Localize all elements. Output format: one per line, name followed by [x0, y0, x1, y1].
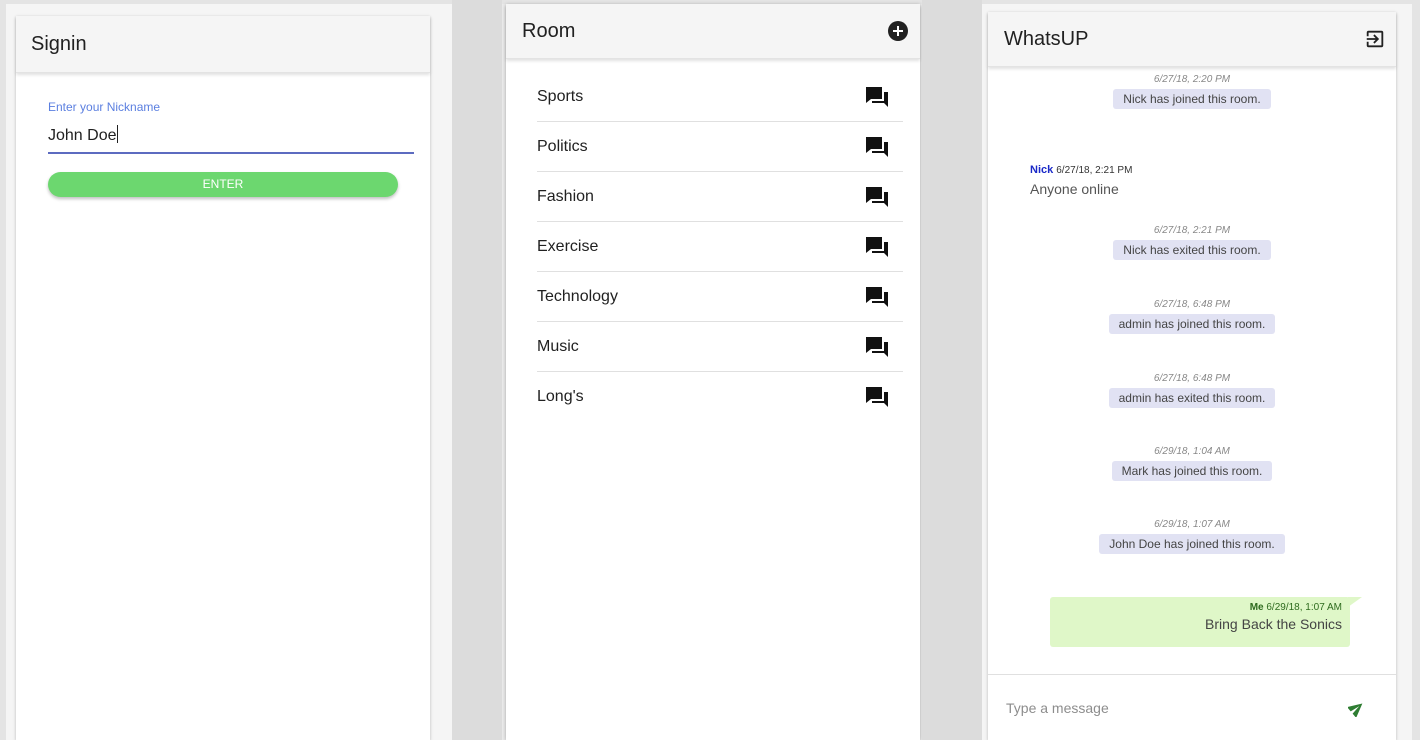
outgoing-message: Me 6/29/18, 1:07 AM Bring Back the Sonic… — [1050, 597, 1362, 647]
room-name: Exercise — [537, 237, 599, 255]
system-message-time: 6/27/18, 2:21 PM — [1153, 225, 1231, 236]
gutter-2 — [452, 0, 502, 740]
incoming-message: Nick 6/27/18, 2:21 PM Anyone online — [1030, 160, 1132, 197]
signin-card: Signin Enter your Nickname John Doe ENTE… — [16, 16, 430, 740]
room-item-exercise[interactable]: Exercise — [537, 222, 903, 272]
system-message-text: admin has joined this room. — [1108, 314, 1276, 334]
send-icon[interactable] — [1348, 699, 1366, 717]
outgoing-message-meta: Me 6/29/18, 1:07 AM — [1050, 602, 1342, 613]
message-time: 6/27/18, 2:21 PM — [1056, 165, 1133, 176]
nickname-value: John Doe — [48, 127, 117, 144]
system-message-text: Mark has joined this room. — [1111, 461, 1273, 481]
room-item-politics[interactable]: Politics — [537, 122, 903, 172]
message-author: Nick — [1030, 164, 1054, 176]
message-composer: Type a message — [988, 674, 1396, 740]
rooms-title: Room — [522, 19, 576, 42]
system-message-time: 6/27/18, 2:20 PM — [1153, 74, 1231, 85]
chat-panel: WhatsUP 6/27/18, 2:20 PM Nick has joined… — [982, 4, 1412, 740]
chat-icon[interactable] — [865, 386, 889, 408]
chat-header: WhatsUP — [988, 12, 1396, 67]
system-message: 6/27/18, 2:20 PM Nick has joined this ro… — [988, 74, 1396, 109]
system-message-time: 6/29/18, 1:07 AM — [1154, 519, 1230, 530]
signin-header: Signin — [16, 16, 430, 73]
chat-icon[interactable] — [865, 136, 889, 158]
room-item-fashion[interactable]: Fashion — [537, 172, 903, 222]
room-item-music[interactable]: Music — [537, 322, 903, 372]
exit-icon[interactable] — [1364, 28, 1386, 50]
system-message: 6/29/18, 1:04 AM Mark has joined this ro… — [988, 446, 1396, 481]
nickname-label: Enter your Nickname — [48, 100, 161, 114]
chat-icon[interactable] — [865, 286, 889, 308]
system-message: 6/27/18, 2:21 PM Nick has exited this ro… — [988, 225, 1396, 260]
room-name: Fashion — [537, 187, 594, 205]
add-room-icon[interactable] — [888, 21, 908, 41]
signin-panel: Signin Enter your Nickname John Doe ENTE… — [6, 4, 452, 740]
chat-title: WhatsUP — [1004, 27, 1089, 50]
chat-icon[interactable] — [865, 236, 889, 258]
room-name: Politics — [537, 137, 588, 155]
room-name: Sports — [537, 87, 584, 105]
right-gutter — [1412, 0, 1420, 740]
room-list: Sports Politics Fashion Exercise Technol… — [537, 72, 903, 422]
room-name: Technology — [537, 287, 618, 305]
message-text: Anyone online — [1030, 181, 1119, 197]
chat-icon[interactable] — [865, 186, 889, 208]
gutter-3 — [922, 0, 982, 740]
room-item-sports[interactable]: Sports — [537, 72, 903, 122]
room-name: Music — [537, 337, 579, 355]
rooms-panel: Room Sports Politics Fashion Exercise Te… — [502, 4, 922, 740]
chat-card: WhatsUP 6/27/18, 2:20 PM Nick has joined… — [988, 12, 1396, 740]
room-item-technology[interactable]: Technology — [537, 272, 903, 322]
chat-icon[interactable] — [865, 86, 889, 108]
system-message: 6/27/18, 6:48 PM admin has joined this r… — [988, 299, 1396, 334]
nickname-input[interactable]: John Doe — [48, 124, 414, 154]
chat-icon[interactable] — [865, 336, 889, 358]
room-item-longs[interactable]: Long's — [537, 372, 903, 422]
system-message-text: John Doe has joined this room. — [1099, 534, 1285, 554]
room-name: Long's — [537, 388, 584, 405]
signin-title: Signin — [31, 32, 87, 55]
system-message-time: 6/27/18, 6:48 PM — [1153, 373, 1231, 384]
system-message: 6/29/18, 1:07 AM John Doe has joined thi… — [988, 519, 1396, 554]
system-message-text: Nick has joined this room. — [1113, 89, 1271, 109]
message-input[interactable]: Type a message — [1006, 700, 1109, 716]
enter-button[interactable]: ENTER — [48, 172, 398, 197]
system-message-text: Nick has exited this room. — [1113, 240, 1271, 260]
text-caret — [116, 125, 118, 143]
system-message-time: 6/29/18, 1:04 AM — [1154, 446, 1230, 457]
system-message-text: admin has exited this room. — [1108, 388, 1276, 408]
system-message: 6/27/18, 6:48 PM admin has exited this r… — [988, 373, 1396, 408]
rooms-card: Room Sports Politics Fashion Exercise Te… — [506, 4, 920, 740]
message-time: 6/29/18, 1:07 AM — [1266, 602, 1342, 613]
message-text: Bring Back the Sonics — [1205, 616, 1342, 632]
rooms-header: Room — [506, 4, 920, 59]
message-author: Me — [1249, 602, 1264, 613]
system-message-time: 6/27/18, 6:48 PM — [1153, 299, 1231, 310]
